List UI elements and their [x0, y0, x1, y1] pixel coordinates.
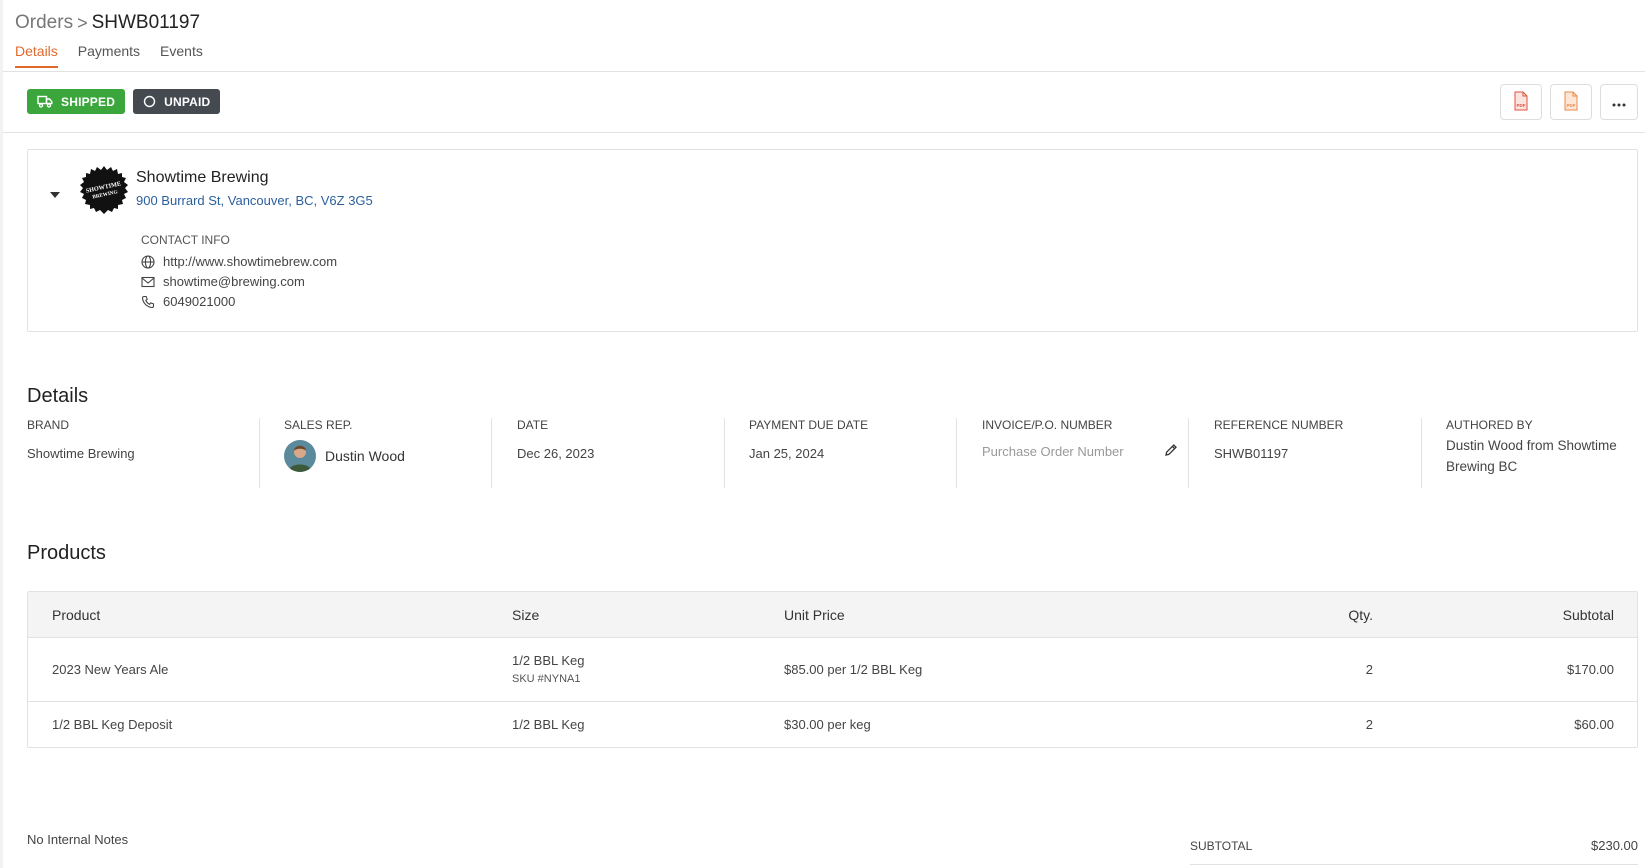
due-date-field: PAYMENT DUE DATE Jan 25, 2024	[749, 418, 949, 488]
svg-text:PDF: PDF	[1517, 103, 1526, 108]
svg-text:PDF: PDF	[1567, 103, 1576, 108]
envelope-icon	[141, 276, 155, 288]
tab-payments[interactable]: Payments	[78, 43, 140, 68]
column-header-product: Product	[52, 607, 101, 623]
avatar	[284, 440, 316, 472]
author-label: AUTHORED BY	[1446, 418, 1533, 432]
table-row[interactable]: 2023 New Years Ale 1/2 BBL Keg SKU #NYNA…	[28, 638, 1637, 702]
left-edge-bar	[0, 0, 3, 868]
breadcrumb: Orders > SHWB01197	[15, 10, 1645, 36]
column-divider	[1421, 418, 1422, 488]
column-header-unit-price: Unit Price	[784, 607, 845, 623]
brand-field: BRAND Showtime Brewing	[27, 418, 247, 488]
phone-text: 6049021000	[163, 294, 236, 309]
date-field: DATE Dec 26, 2023	[517, 418, 717, 488]
subtotal-label: SUBTOTAL	[1190, 839, 1253, 853]
page-title: SHWB01197	[91, 12, 201, 33]
reference-label: REFERENCE NUMBER	[1214, 418, 1344, 432]
download-pdf-button[interactable]: PDF	[1500, 84, 1542, 120]
row-subtotal: $170.00	[1567, 662, 1614, 677]
invoice-label: INVOICE/P.O. NUMBER	[982, 418, 1113, 432]
column-header-qty: Qty.	[1348, 607, 1373, 623]
product-name: 2023 New Years Ale	[52, 662, 169, 677]
sales-rep-label: SALES REP.	[284, 418, 353, 432]
company-name: Showtime Brewing	[136, 169, 269, 186]
quantity: 2	[1365, 662, 1373, 677]
contact-info-heading: CONTACT INFO	[141, 233, 230, 247]
pdf-icon: PDF	[1513, 91, 1529, 114]
website-text: http://www.showtimebrew.com	[163, 254, 338, 269]
column-divider	[724, 418, 725, 488]
subtotal-value: $230.00	[1591, 838, 1638, 853]
unit-price: $85.00 per 1/2 BBL Keg	[784, 662, 923, 677]
totals-divider	[1190, 864, 1638, 865]
due-date-label: PAYMENT DUE DATE	[749, 418, 869, 432]
globe-icon	[141, 254, 155, 269]
order-actions: PDF PDF	[1500, 84, 1638, 120]
pencil-icon[interactable]	[1164, 443, 1178, 460]
collapse-caret-icon[interactable]	[49, 186, 61, 202]
column-divider	[956, 418, 957, 488]
chevron-right-icon: >	[77, 12, 88, 33]
column-header-size: Size	[512, 607, 540, 623]
product-size: 1/2 BBL Keg	[512, 653, 585, 668]
quantity: 2	[1365, 717, 1373, 732]
download-invoice-pdf-button[interactable]: PDF	[1550, 84, 1592, 120]
products-table: Product Size Unit Price Qty. Subtotal 20…	[27, 591, 1638, 748]
product-sku: SKU #NYNA1	[512, 673, 581, 685]
reference-field: REFERENCE NUMBER SHWB01197	[1214, 418, 1404, 488]
column-divider	[259, 418, 260, 488]
reference-value: SHWB01197	[1214, 446, 1289, 461]
details-heading: Details	[27, 385, 89, 407]
author-value: Dustin Wood from Showtime Brewing BC	[1446, 438, 1617, 474]
products-heading: Products	[27, 542, 106, 564]
unit-price: $30.00 per keg	[784, 717, 871, 732]
author-field: AUTHORED BY Dustin Wood from Showtime Br…	[1446, 418, 1641, 488]
breadcrumb-orders-link[interactable]: Orders	[15, 12, 73, 34]
brand-label: BRAND	[27, 418, 70, 432]
more-icon	[1612, 94, 1626, 110]
more-actions-button[interactable]	[1600, 84, 1638, 120]
payment-status-badge[interactable]: UNPAID	[133, 89, 221, 114]
header-divider	[3, 71, 1645, 72]
due-date-value: Jan 25, 2024	[749, 446, 825, 461]
email-text: showtime@brewing.com	[163, 274, 305, 289]
phone-icon	[141, 295, 155, 309]
sales-rep-name: Dustin Wood	[325, 448, 405, 464]
column-divider	[491, 418, 492, 488]
column-header-subtotal: Subtotal	[1562, 607, 1614, 623]
pdf-icon: PDF	[1563, 91, 1579, 114]
contact-website[interactable]: http://www.showtimebrew.com	[141, 254, 337, 269]
company-card: SHOWTIME BREWING Showtime Brewing 900 Bu…	[27, 149, 1638, 332]
payment-status-label: UNPAID	[164, 94, 211, 109]
company-logo: SHOWTIME BREWING	[80, 166, 128, 214]
sales-rep-field: SALES REP. Dustin Wood	[284, 418, 484, 488]
company-address-link[interactable]: 900 Burrard St, Vancouver, BC, V6Z 3G5	[136, 193, 373, 208]
status-bar: SHIPPED UNPAID	[27, 89, 221, 114]
tab-bar: Details Payments Events	[15, 43, 203, 68]
internal-notes: No Internal Notes	[27, 832, 129, 847]
tab-events[interactable]: Events	[160, 43, 203, 68]
row-subtotal: $60.00	[1574, 717, 1614, 732]
brand-value: Showtime Brewing	[27, 446, 135, 461]
shipped-status-label: SHIPPED	[61, 94, 116, 109]
date-label: DATE	[517, 418, 549, 432]
shipped-status-badge[interactable]: SHIPPED	[27, 89, 126, 114]
table-header: Product Size Unit Price Qty. Subtotal	[28, 592, 1637, 638]
column-divider	[1188, 418, 1189, 488]
product-name: 1/2 BBL Keg Deposit	[52, 717, 173, 732]
table-row[interactable]: 1/2 BBL Keg Deposit 1/2 BBL Keg $30.00 p…	[28, 702, 1637, 747]
product-size: 1/2 BBL Keg	[512, 717, 585, 732]
contact-phone[interactable]: 6049021000	[141, 294, 235, 309]
date-value: Dec 26, 2023	[517, 446, 595, 461]
page-header: Orders > SHWB01197	[15, 10, 1645, 36]
contact-email[interactable]: showtime@brewing.com	[141, 274, 305, 289]
order-details: BRAND Showtime Brewing SALES REP. Dustin…	[27, 418, 1645, 488]
invoice-field: INVOICE/P.O. NUMBER	[982, 418, 1192, 488]
status-divider	[3, 132, 1645, 133]
purchase-order-input[interactable]	[982, 444, 1142, 459]
circle-icon	[143, 95, 156, 108]
truck-icon	[37, 95, 53, 108]
tab-details[interactable]: Details	[15, 43, 58, 68]
